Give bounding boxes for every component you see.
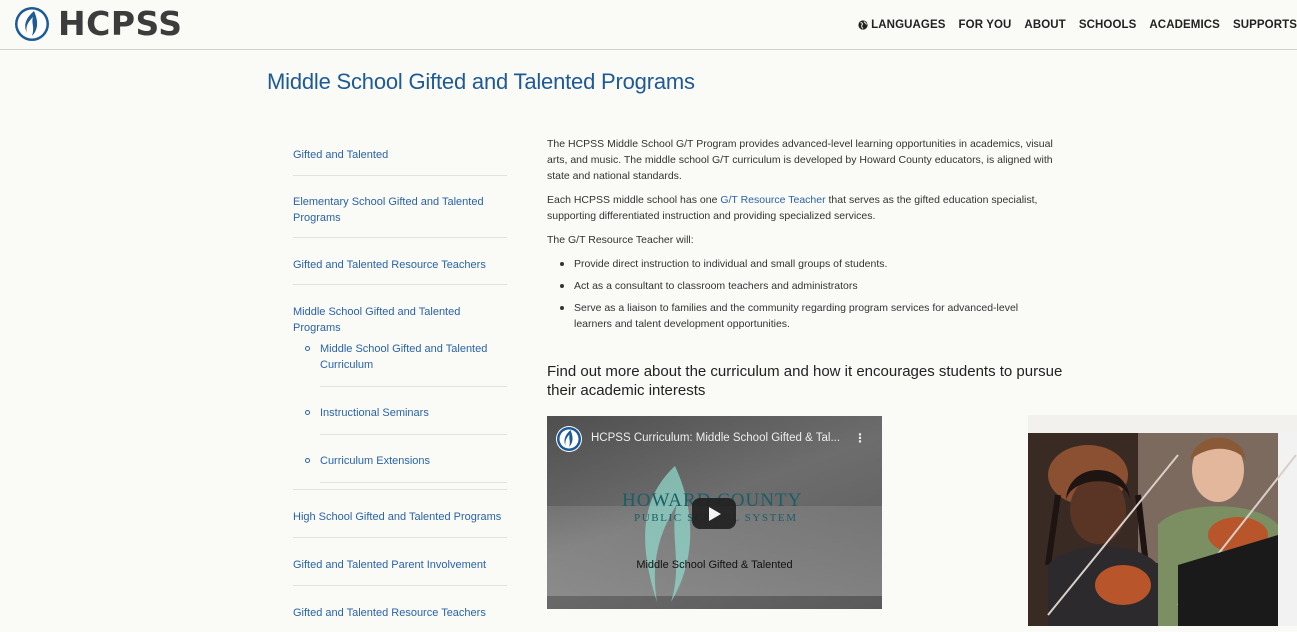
sidebar-item-gt-parent-involvement[interactable]: Gifted and Talented Parent Involvement [293, 538, 507, 586]
hcpss-logo[interactable]: HCPSS [14, 6, 183, 42]
sidebar-subitem-curriculum-extensions[interactable]: Curriculum Extensions [293, 453, 507, 483]
nav-languages[interactable]: LANGUAGES [858, 19, 945, 31]
main-nav: LANGUAGES FOR YOU ABOUT SCHOOLS ACADEMIC… [858, 19, 1297, 31]
gt-resource-teacher-link[interactable]: G/T Resource Teacher [720, 194, 825, 206]
circle-bullet-icon [305, 410, 310, 415]
video-title[interactable]: HCPSS Curriculum: Middle School Gifted &… [591, 432, 840, 444]
list-item: Provide direct instruction to individual… [557, 256, 1057, 272]
logo-text: HCPSS [58, 4, 183, 43]
sidebar-item-gt-resource-teachers-2[interactable]: Gifted and Talented Resource Teachers [293, 586, 507, 632]
nav-schools[interactable]: SCHOOLS [1079, 19, 1137, 31]
main-content: The HCPSS Middle School G/T Program prov… [547, 136, 1057, 338]
list-item: Serve as a liaison to families and the c… [557, 300, 1057, 332]
responsibilities-list: Provide direct instruction to individual… [557, 256, 1057, 332]
intro-paragraph: The HCPSS Middle School G/T Program prov… [547, 138, 1053, 182]
channel-logo-icon[interactable] [556, 426, 582, 452]
sidebar-item-gt-resource-teachers[interactable]: Gifted and Talented Resource Teachers [293, 238, 507, 285]
resource-teacher-paragraph: Each HCPSS middle school has one G/T Res… [547, 194, 1038, 222]
circle-bullet-icon [305, 458, 310, 463]
play-button[interactable] [692, 498, 736, 529]
nav-about[interactable]: ABOUT [1024, 19, 1065, 31]
sidebar-item-high-school-gt[interactable]: High School Gifted and Talented Programs [293, 490, 507, 538]
sidebar-subitem-label: Instructional Seminars [320, 405, 507, 435]
flame-logo-icon [15, 7, 49, 41]
more-vert-icon[interactable]: ⋮ [854, 431, 866, 445]
sidebar-item-middle-school-gt[interactable]: Middle School Gifted and Talented Progra… [293, 285, 507, 336]
nav-languages-label: LANGUAGES [871, 19, 946, 31]
list-item: Act as a consultant to classroom teacher… [557, 278, 1057, 294]
nav-academics[interactable]: ACADEMICS [1149, 19, 1220, 31]
flame-graphic-icon [645, 466, 691, 602]
sidebar-nav: Gifted and Talented Elementary School Gi… [293, 138, 507, 632]
video-caption: Middle School Gifted & Talented [636, 559, 793, 571]
sidebar-subitem-ms-gt-curriculum[interactable]: Middle School Gifted and Talented Curric… [293, 341, 507, 387]
resource-teacher-will: The G/T Resource Teacher will: [547, 234, 694, 246]
flame-logo-icon [557, 427, 581, 451]
page-title: Middle School Gifted and Talented Progra… [267, 69, 695, 94]
sidebar-subitem-instructional-seminars[interactable]: Instructional Seminars [293, 405, 507, 435]
sidebar-item-gifted-and-talented[interactable]: Gifted and Talented [293, 138, 507, 176]
violin-students-image [1028, 415, 1297, 626]
sidebar-item-elementary-gt[interactable]: Elementary School Gifted and Talented Pr… [293, 176, 507, 238]
sidebar-subitem-label: Middle School Gifted and Talented Curric… [320, 341, 507, 387]
students-violin-photo [1028, 415, 1297, 626]
globe-icon [858, 20, 868, 30]
nav-supports[interactable]: SUPPORTS [1233, 19, 1297, 31]
curriculum-subheading: Find out more about the curriculum and h… [547, 363, 1063, 399]
video-player[interactable]: HCPSS Curriculum: Middle School Gifted &… [547, 416, 882, 609]
site-header: HCPSS LANGUAGES FOR YOU ABOUT SCHOOLS AC… [0, 0, 1297, 50]
circle-bullet-icon [305, 346, 310, 351]
nav-for-you[interactable]: FOR YOU [959, 19, 1012, 31]
sidebar-subitem-label: Curriculum Extensions [320, 453, 507, 483]
